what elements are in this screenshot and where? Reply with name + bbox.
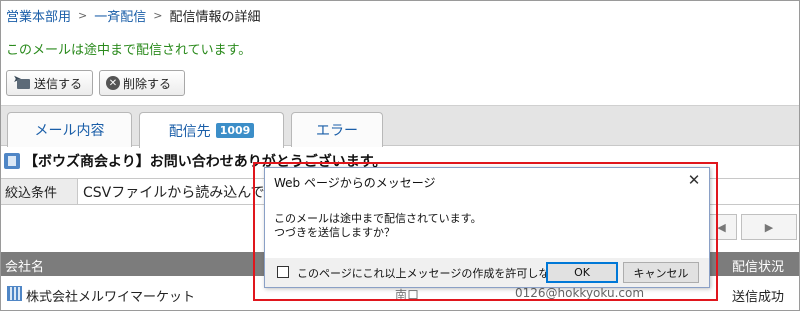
company-icon: [7, 286, 22, 301]
cell-status: 送信成功: [732, 290, 785, 305]
message-dialog: Web ページからのメッセージ ✕ このメールは途中まで配信されています。 つづ…: [264, 167, 710, 288]
delete-button-label: 削除する: [123, 76, 172, 91]
tab-error-label: エラー: [316, 123, 358, 139]
breadcrumb-link-broadcast[interactable]: 一斉配信: [94, 6, 146, 25]
breadcrumb-link-sales[interactable]: 営業本部用: [6, 6, 71, 25]
breadcrumb-separator: >: [153, 8, 163, 22]
dialog-title: Web ページからのメッセージ: [274, 176, 436, 190]
delete-button[interactable]: ✕ 削除する: [99, 70, 185, 96]
ok-button[interactable]: OK: [546, 262, 618, 283]
prevent-messages-label[interactable]: このページにこれ以上メッセージの作成を許可しない: [297, 265, 560, 281]
destinations-count-badge: 1009: [215, 123, 255, 138]
breadcrumb: 営業本部用 > 一斉配信 > 配信情報の詳細: [6, 6, 261, 25]
close-icon[interactable]: ✕: [685, 171, 703, 189]
mail-subject-icon: [4, 153, 20, 169]
send-button-label: 送信する: [34, 76, 83, 91]
cancel-button[interactable]: キャンセル: [623, 262, 699, 283]
chevron-left-icon: ◀: [717, 220, 726, 234]
send-button[interactable]: ➤ 送信する: [6, 70, 93, 96]
chevron-right-icon: ▶: [764, 220, 774, 234]
tab-error[interactable]: エラー: [291, 112, 383, 147]
cell-company[interactable]: 株式会社メルワイマーケット: [26, 286, 195, 305]
column-header-company[interactable]: 会社名: [5, 256, 44, 275]
column-header-status[interactable]: 配信状況: [732, 256, 784, 275]
filter-label: 絞込条件: [1, 179, 78, 204]
filter-value: CSVファイルから読み込んで: [83, 184, 265, 201]
dialog-footer: このページにこれ以上メッセージの作成を許可しない OK キャンセル: [265, 258, 709, 287]
delete-icon: ✕: [106, 76, 120, 90]
breadcrumb-current: 配信情報の詳細: [169, 9, 261, 25]
tab-mail-content[interactable]: メール内容: [7, 112, 132, 147]
prevent-messages-checkbox[interactable]: [277, 266, 289, 278]
breadcrumb-separator: >: [78, 8, 88, 22]
tab-destinations[interactable]: 配信先 1009: [139, 112, 284, 148]
tab-mail-content-label: メール内容: [34, 123, 105, 139]
tab-destinations-label: 配信先: [168, 123, 211, 140]
tab-bar: メール内容 配信先 1009 エラー: [1, 105, 799, 148]
send-mail-icon: ➤: [13, 75, 31, 91]
pager-next-button[interactable]: ▶: [741, 214, 797, 240]
dialog-message-line2: つづきを送信しますか？: [274, 226, 395, 239]
status-notice: このメールは途中まで配信されています。: [6, 43, 252, 58]
